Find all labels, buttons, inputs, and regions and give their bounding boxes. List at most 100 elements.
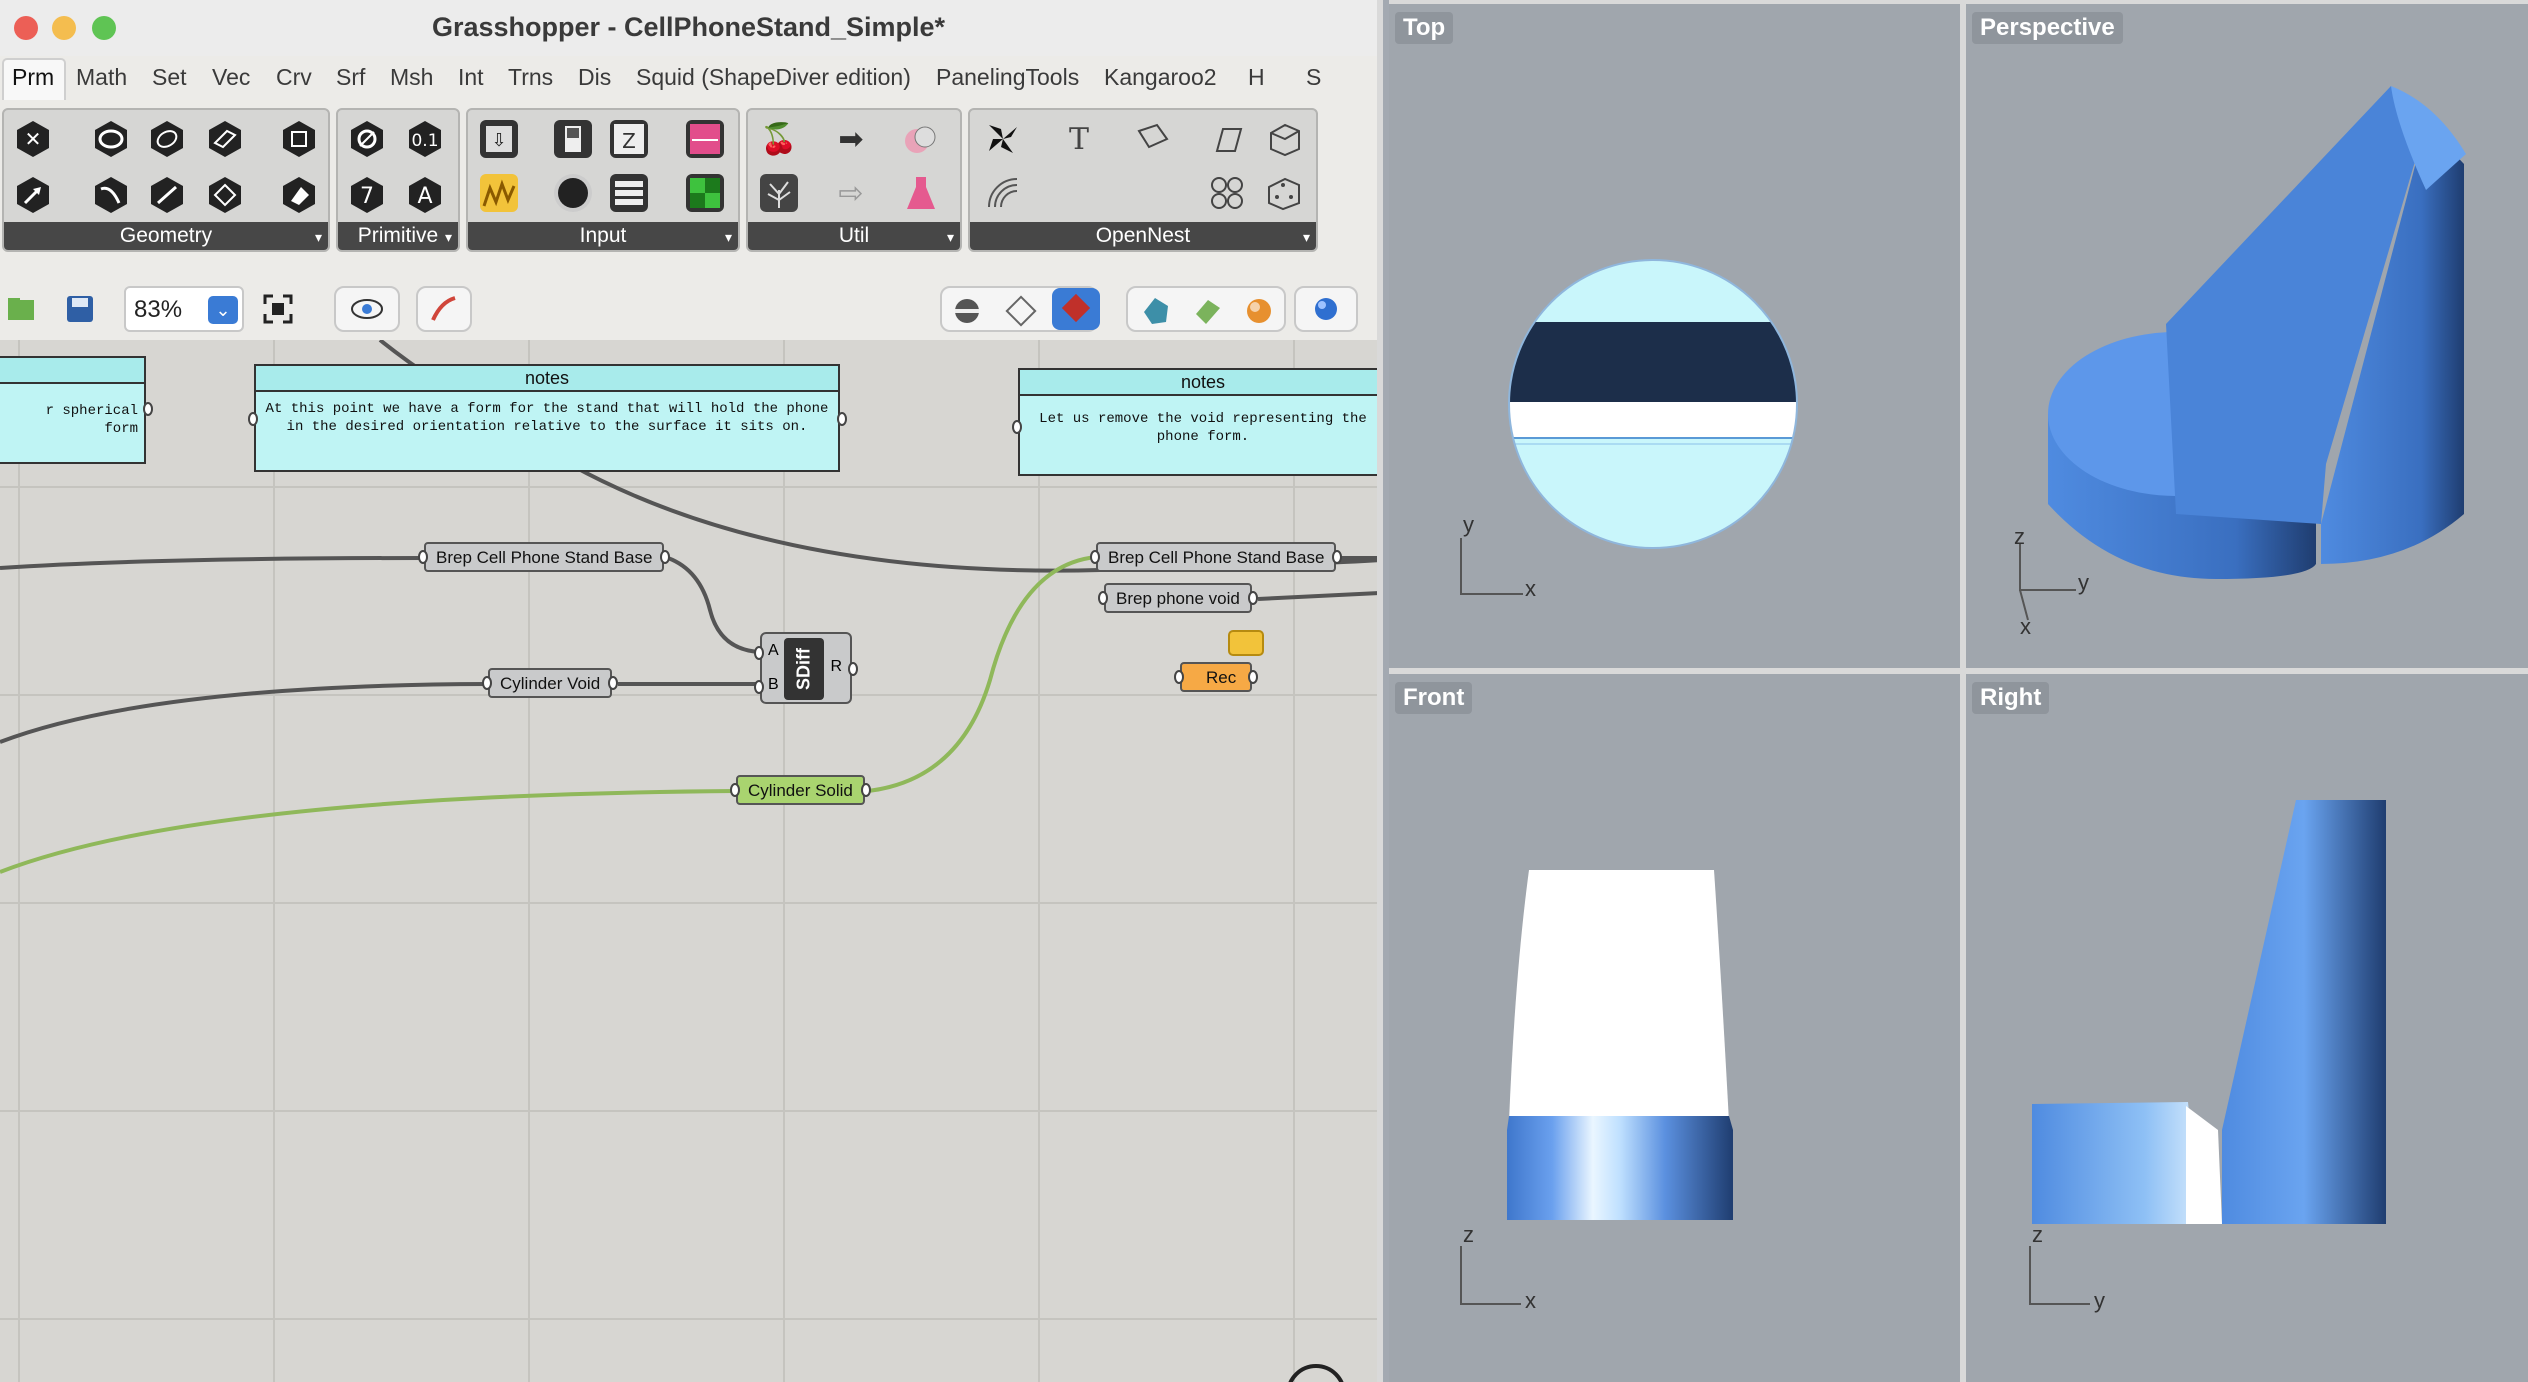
zoom-extents-icon[interactable] (256, 286, 300, 332)
dice-icon[interactable] (1260, 170, 1306, 216)
output-grip[interactable] (837, 412, 847, 426)
param-cylinder-solid[interactable]: Cylinder Solid (730, 775, 871, 805)
viewport-right[interactable]: Right z y (1966, 674, 2528, 1382)
tab-int[interactable]: Int (458, 64, 484, 91)
plane-icon[interactable] (202, 116, 248, 162)
sdiff-input-b[interactable]: B (768, 676, 779, 694)
circle-icon[interactable] (88, 116, 134, 162)
tab-panelingtools[interactable]: PanelingTools (936, 64, 1079, 91)
zoom-dropdown-icon[interactable]: ⌄ (208, 296, 238, 324)
expand-group-icon[interactable]: ▾ (445, 229, 452, 246)
zoom-selector[interactable]: 83% ⌄ (124, 286, 244, 332)
tag-icon[interactable] (1130, 116, 1176, 162)
button-icon[interactable] (550, 170, 596, 216)
list-icon[interactable] (606, 170, 652, 216)
bake-icon[interactable] (1138, 294, 1172, 335)
output-grip[interactable] (860, 783, 871, 797)
slider-icon[interactable]: Z (606, 116, 652, 162)
eye-icon[interactable] (334, 286, 400, 332)
diamond-icon[interactable] (202, 172, 248, 218)
input-grip[interactable] (730, 783, 740, 797)
param-cylinder-void[interactable]: Cylinder Void (482, 668, 619, 698)
decimal-icon[interactable]: 0.1 (402, 116, 448, 162)
nest-icon[interactable] (980, 116, 1026, 162)
output-grip[interactable] (143, 402, 153, 416)
expand-group-icon[interactable]: ▾ (315, 229, 322, 246)
preview-off-icon[interactable] (950, 294, 984, 335)
tab-set[interactable]: Set (152, 64, 187, 91)
save-icon[interactable] (58, 286, 102, 332)
flask-icon[interactable] (898, 170, 944, 216)
message-balloon-icon[interactable] (1228, 630, 1264, 656)
tab-prm[interactable]: Prm (2, 58, 67, 100)
line-icon[interactable] (144, 172, 190, 218)
tab-h[interactable]: H (1248, 64, 1265, 91)
note-panel[interactable]: notes Let us remove the void representin… (1012, 368, 1377, 476)
brep-icon[interactable] (276, 172, 322, 218)
ring-icon[interactable] (344, 116, 390, 162)
tab-trns[interactable]: Trns (508, 64, 553, 91)
input-grip[interactable] (418, 550, 428, 564)
text-tool-icon[interactable]: T (1056, 116, 1102, 162)
preview-wire-icon[interactable] (1004, 294, 1038, 335)
tab-msh[interactable]: Msh (390, 64, 433, 91)
mesh-settings-icon[interactable] (1190, 294, 1224, 335)
input-grip[interactable] (1012, 420, 1022, 434)
param-brep-phone-void[interactable]: Brep phone void (1098, 583, 1258, 613)
grid-icon[interactable] (1204, 170, 1250, 216)
gradient-icon[interactable] (682, 116, 728, 162)
sphere-icon[interactable] (1294, 286, 1358, 332)
expand-group-icon[interactable]: ▾ (1303, 229, 1310, 246)
tab-dis[interactable]: Dis (578, 64, 611, 91)
integer-icon[interactable]: 7 (344, 172, 390, 218)
graph-icon[interactable] (476, 170, 522, 216)
tab-s[interactable]: S (1306, 64, 1321, 91)
note-panel[interactable]: r spherical form (0, 356, 153, 464)
viewport-top[interactable]: Top y x (1389, 4, 1960, 668)
text-icon[interactable]: A (402, 172, 448, 218)
expand-group-icon[interactable]: ▾ (725, 229, 732, 246)
output-grip[interactable] (848, 662, 858, 676)
preview-shaded-icon[interactable] (1052, 288, 1100, 330)
tab-srf[interactable]: Srf (336, 64, 365, 91)
input-grip[interactable] (1098, 591, 1108, 605)
arrow-right-icon[interactable]: ➡ (828, 116, 874, 162)
sketch-icon[interactable] (416, 286, 472, 332)
input-grip[interactable] (1090, 550, 1100, 564)
viewport-front[interactable]: Front z x (1389, 674, 1960, 1382)
sdiff-output-r[interactable]: R (830, 658, 842, 676)
sdiff-component[interactable]: A B R SDiff (754, 632, 858, 704)
tab-math[interactable]: Math (76, 64, 127, 91)
curve-icon[interactable] (88, 172, 134, 218)
panel-icon[interactable]: ⇩ (476, 116, 522, 162)
cube-icon[interactable] (1260, 116, 1306, 162)
param-brep-cell-phone-stand-base[interactable]: Brep Cell Phone Stand Base (1090, 542, 1343, 572)
tab-vec[interactable]: Vec (212, 64, 250, 91)
open-icon[interactable] (0, 286, 42, 332)
output-grip[interactable] (1247, 591, 1258, 605)
tab-kangaroo2[interactable]: Kangaroo2 (1104, 64, 1217, 91)
note-panel[interactable]: notes At this point we have a form for t… (248, 364, 847, 472)
param-rec[interactable]: Rec (1174, 662, 1259, 692)
data-icon[interactable] (898, 116, 944, 162)
input-grip[interactable] (754, 646, 764, 660)
grasshopper-canvas[interactable]: r spherical form notes At this point we … (0, 340, 1377, 1382)
cherry-icon[interactable]: 🍒 (756, 116, 802, 162)
tab-crv[interactable]: Crv (276, 64, 312, 91)
wifi-icon[interactable] (980, 170, 1026, 216)
viewport-perspective[interactable]: Perspective z y x (1966, 4, 2528, 668)
material-icon[interactable] (1242, 294, 1276, 335)
box-icon[interactable] (276, 116, 322, 162)
input-grip[interactable] (482, 676, 492, 690)
arrow-outline-icon[interactable]: ⇨ (828, 170, 874, 216)
tab-squid[interactable]: Squid (ShapeDiver edition) (636, 64, 911, 91)
tree-icon[interactable] (756, 170, 802, 216)
sdiff-input-a[interactable]: A (768, 642, 779, 660)
arrow-icon[interactable] (10, 172, 56, 218)
toggle-icon[interactable] (550, 116, 596, 162)
param-brep-cell-phone-stand-base[interactable]: Brep Cell Phone Stand Base (418, 542, 671, 572)
ring-icon[interactable] (144, 116, 190, 162)
input-grip[interactable] (1174, 670, 1184, 684)
input-grip[interactable] (248, 412, 258, 426)
swatch-icon[interactable] (682, 170, 728, 216)
